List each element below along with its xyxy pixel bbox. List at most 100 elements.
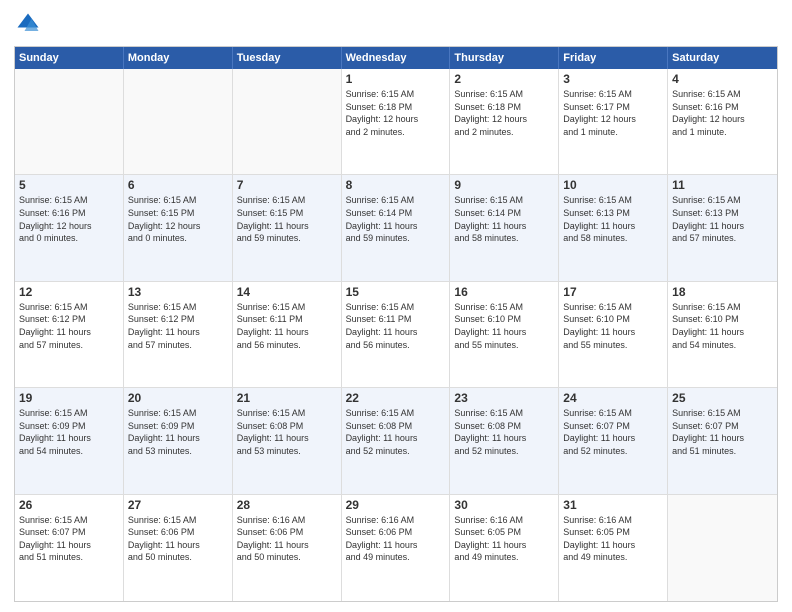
cal-cell-4-0: 26 Sunrise: 6:15 AM Sunset: 6:07 PM Dayli… bbox=[15, 495, 124, 601]
cell-info: Sunrise: 6:15 AM Sunset: 6:09 PM Dayligh… bbox=[128, 407, 228, 457]
day-number: 27 bbox=[128, 498, 228, 512]
cal-cell-1-3: 8 Sunrise: 6:15 AM Sunset: 6:14 PM Daylig… bbox=[342, 175, 451, 280]
cal-cell-4-5: 31 Sunrise: 6:16 AM Sunset: 6:05 PM Dayli… bbox=[559, 495, 668, 601]
day-number: 1 bbox=[346, 72, 446, 86]
logo bbox=[14, 10, 46, 38]
page: SundayMondayTuesdayWednesdayThursdayFrid… bbox=[0, 0, 792, 612]
week-row-1: 5 Sunrise: 6:15 AM Sunset: 6:16 PM Daylig… bbox=[15, 175, 777, 281]
cal-cell-0-4: 2 Sunrise: 6:15 AM Sunset: 6:18 PM Daylig… bbox=[450, 69, 559, 174]
cell-info: Sunrise: 6:15 AM Sunset: 6:06 PM Dayligh… bbox=[128, 514, 228, 564]
day-header-wednesday: Wednesday bbox=[342, 47, 451, 69]
day-number: 20 bbox=[128, 391, 228, 405]
cell-info: Sunrise: 6:15 AM Sunset: 6:08 PM Dayligh… bbox=[454, 407, 554, 457]
cal-cell-0-2 bbox=[233, 69, 342, 174]
cell-info: Sunrise: 6:16 AM Sunset: 6:05 PM Dayligh… bbox=[563, 514, 663, 564]
cell-info: Sunrise: 6:15 AM Sunset: 6:18 PM Dayligh… bbox=[454, 88, 554, 138]
cell-info: Sunrise: 6:15 AM Sunset: 6:13 PM Dayligh… bbox=[563, 194, 663, 244]
calendar: SundayMondayTuesdayWednesdayThursdayFrid… bbox=[14, 46, 778, 602]
day-number: 10 bbox=[563, 178, 663, 192]
day-number: 8 bbox=[346, 178, 446, 192]
cal-cell-4-1: 27 Sunrise: 6:15 AM Sunset: 6:06 PM Dayli… bbox=[124, 495, 233, 601]
cal-cell-3-5: 24Sunrise: 6:15 AM Sunset: 6:07 PM Dayli… bbox=[559, 388, 668, 493]
day-number: 19 bbox=[19, 391, 119, 405]
cell-info: Sunrise: 6:15 AM Sunset: 6:10 PM Dayligh… bbox=[672, 301, 773, 351]
day-number: 15 bbox=[346, 285, 446, 299]
cal-cell-0-0 bbox=[15, 69, 124, 174]
cell-info: Sunrise: 6:15 AM Sunset: 6:10 PM Dayligh… bbox=[454, 301, 554, 351]
cell-info: Sunrise: 6:15 AM Sunset: 6:12 PM Dayligh… bbox=[19, 301, 119, 351]
day-number: 26 bbox=[19, 498, 119, 512]
cell-info: Sunrise: 6:15 AM Sunset: 6:12 PM Dayligh… bbox=[128, 301, 228, 351]
cal-cell-2-5: 17 Sunrise: 6:15 AM Sunset: 6:10 PM Dayli… bbox=[559, 282, 668, 387]
cal-cell-1-0: 5 Sunrise: 6:15 AM Sunset: 6:16 PM Daylig… bbox=[15, 175, 124, 280]
cal-cell-2-1: 13Sunrise: 6:15 AM Sunset: 6:12 PM Dayli… bbox=[124, 282, 233, 387]
week-row-4: 26 Sunrise: 6:15 AM Sunset: 6:07 PM Dayli… bbox=[15, 495, 777, 601]
day-number: 18 bbox=[672, 285, 773, 299]
cell-info: Sunrise: 6:15 AM Sunset: 6:13 PM Dayligh… bbox=[672, 194, 773, 244]
cal-cell-2-6: 18 Sunrise: 6:15 AM Sunset: 6:10 PM Dayli… bbox=[668, 282, 777, 387]
day-number: 11 bbox=[672, 178, 773, 192]
day-number: 7 bbox=[237, 178, 337, 192]
cell-info: Sunrise: 6:16 AM Sunset: 6:06 PM Dayligh… bbox=[346, 514, 446, 564]
day-number: 16 bbox=[454, 285, 554, 299]
cal-cell-0-1 bbox=[124, 69, 233, 174]
week-row-0: 1 Sunrise: 6:15 AM Sunset: 6:18 PM Daylig… bbox=[15, 69, 777, 175]
cal-cell-3-3: 22 Sunrise: 6:15 AM Sunset: 6:08 PM Dayli… bbox=[342, 388, 451, 493]
cal-cell-2-2: 14Sunrise: 6:15 AM Sunset: 6:11 PM Dayli… bbox=[233, 282, 342, 387]
cell-info: Sunrise: 6:16 AM Sunset: 6:05 PM Dayligh… bbox=[454, 514, 554, 564]
cal-cell-4-3: 29 Sunrise: 6:16 AM Sunset: 6:06 PM Dayli… bbox=[342, 495, 451, 601]
cell-info: Sunrise: 6:15 AM Sunset: 6:16 PM Dayligh… bbox=[19, 194, 119, 244]
day-number: 9 bbox=[454, 178, 554, 192]
day-number: 12 bbox=[19, 285, 119, 299]
cell-info: Sunrise: 6:15 AM Sunset: 6:14 PM Dayligh… bbox=[346, 194, 446, 244]
cal-cell-3-0: 19 Sunrise: 6:15 AM Sunset: 6:09 PM Dayli… bbox=[15, 388, 124, 493]
day-number: 5 bbox=[19, 178, 119, 192]
day-number: 22 bbox=[346, 391, 446, 405]
day-number: 30 bbox=[454, 498, 554, 512]
cell-info: Sunrise: 6:15 AM Sunset: 6:07 PM Dayligh… bbox=[563, 407, 663, 457]
cal-cell-3-6: 25 Sunrise: 6:15 AM Sunset: 6:07 PM Dayli… bbox=[668, 388, 777, 493]
cal-cell-0-3: 1 Sunrise: 6:15 AM Sunset: 6:18 PM Daylig… bbox=[342, 69, 451, 174]
day-header-monday: Monday bbox=[124, 47, 233, 69]
day-number: 28 bbox=[237, 498, 337, 512]
cal-cell-2-3: 15 Sunrise: 6:15 AM Sunset: 6:11 PM Dayli… bbox=[342, 282, 451, 387]
cell-info: Sunrise: 6:15 AM Sunset: 6:07 PM Dayligh… bbox=[19, 514, 119, 564]
cal-cell-2-0: 12 Sunrise: 6:15 AM Sunset: 6:12 PM Dayli… bbox=[15, 282, 124, 387]
cal-cell-3-2: 21Sunrise: 6:15 AM Sunset: 6:08 PM Dayli… bbox=[233, 388, 342, 493]
cal-cell-1-6: 11 Sunrise: 6:15 AM Sunset: 6:13 PM Dayli… bbox=[668, 175, 777, 280]
cell-info: Sunrise: 6:15 AM Sunset: 6:11 PM Dayligh… bbox=[237, 301, 337, 351]
cell-info: Sunrise: 6:15 AM Sunset: 6:18 PM Dayligh… bbox=[346, 88, 446, 138]
cal-cell-1-5: 10 Sunrise: 6:15 AM Sunset: 6:13 PM Dayli… bbox=[559, 175, 668, 280]
cal-cell-1-2: 7 Sunrise: 6:15 AM Sunset: 6:15 PM Daylig… bbox=[233, 175, 342, 280]
day-header-sunday: Sunday bbox=[15, 47, 124, 69]
cell-info: Sunrise: 6:15 AM Sunset: 6:15 PM Dayligh… bbox=[237, 194, 337, 244]
cell-info: Sunrise: 6:15 AM Sunset: 6:08 PM Dayligh… bbox=[346, 407, 446, 457]
calendar-header: SundayMondayTuesdayWednesdayThursdayFrid… bbox=[15, 47, 777, 69]
cal-cell-4-6 bbox=[668, 495, 777, 601]
day-number: 3 bbox=[563, 72, 663, 86]
cal-cell-0-6: 4Sunrise: 6:15 AM Sunset: 6:16 PM Daylig… bbox=[668, 69, 777, 174]
day-number: 2 bbox=[454, 72, 554, 86]
day-header-friday: Friday bbox=[559, 47, 668, 69]
cell-info: Sunrise: 6:15 AM Sunset: 6:16 PM Dayligh… bbox=[672, 88, 773, 138]
cell-info: Sunrise: 6:15 AM Sunset: 6:09 PM Dayligh… bbox=[19, 407, 119, 457]
day-number: 17 bbox=[563, 285, 663, 299]
cal-cell-4-4: 30 Sunrise: 6:16 AM Sunset: 6:05 PM Dayli… bbox=[450, 495, 559, 601]
day-number: 29 bbox=[346, 498, 446, 512]
cal-cell-1-4: 9 Sunrise: 6:15 AM Sunset: 6:14 PM Daylig… bbox=[450, 175, 559, 280]
cell-info: Sunrise: 6:15 AM Sunset: 6:10 PM Dayligh… bbox=[563, 301, 663, 351]
cell-info: Sunrise: 6:15 AM Sunset: 6:17 PM Dayligh… bbox=[563, 88, 663, 138]
cal-cell-0-5: 3 Sunrise: 6:15 AM Sunset: 6:17 PM Daylig… bbox=[559, 69, 668, 174]
day-number: 23 bbox=[454, 391, 554, 405]
day-number: 25 bbox=[672, 391, 773, 405]
header bbox=[14, 10, 778, 38]
cal-cell-4-2: 28Sunrise: 6:16 AM Sunset: 6:06 PM Dayli… bbox=[233, 495, 342, 601]
day-number: 31 bbox=[563, 498, 663, 512]
cal-cell-1-1: 6Sunrise: 6:15 AM Sunset: 6:15 PM Daylig… bbox=[124, 175, 233, 280]
calendar-body: 1 Sunrise: 6:15 AM Sunset: 6:18 PM Daylig… bbox=[15, 69, 777, 601]
cell-info: Sunrise: 6:15 AM Sunset: 6:11 PM Dayligh… bbox=[346, 301, 446, 351]
cell-info: Sunrise: 6:15 AM Sunset: 6:14 PM Dayligh… bbox=[454, 194, 554, 244]
cell-info: Sunrise: 6:15 AM Sunset: 6:07 PM Dayligh… bbox=[672, 407, 773, 457]
cal-cell-3-1: 20 Sunrise: 6:15 AM Sunset: 6:09 PM Dayli… bbox=[124, 388, 233, 493]
cal-cell-2-4: 16 Sunrise: 6:15 AM Sunset: 6:10 PM Dayli… bbox=[450, 282, 559, 387]
